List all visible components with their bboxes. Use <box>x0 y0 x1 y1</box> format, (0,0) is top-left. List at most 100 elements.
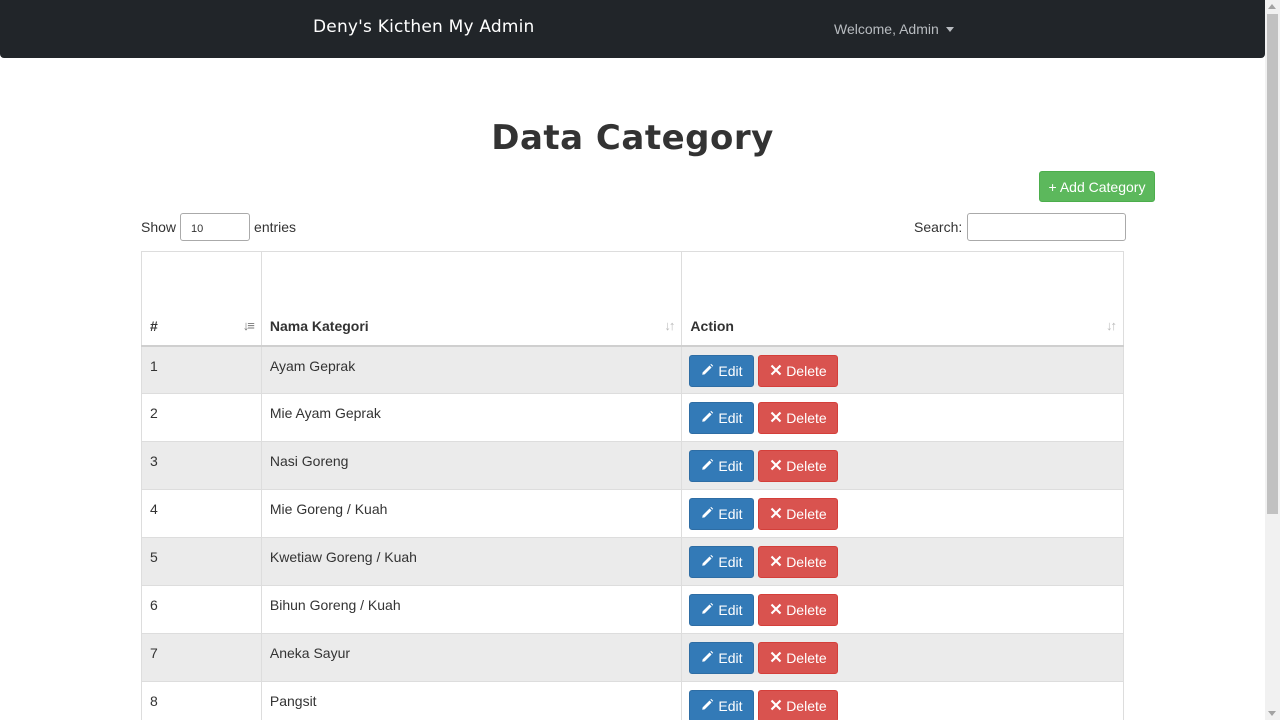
table-header-row: # ↓≡ Nama Kategori ↓↑ Action ↓↑ <box>141 251 1124 347</box>
category-name: Nasi Goreng <box>260 441 683 490</box>
delete-label: Delete <box>786 602 827 618</box>
times-icon <box>770 650 782 666</box>
category-name: Bihun Goreng / Kuah <box>260 585 683 634</box>
edit-button[interactable]: Edit <box>689 402 755 434</box>
table-row: 3 Nasi Goreng Edit Delete <box>141 441 1124 490</box>
row-actions: Edit Delete <box>681 441 1124 490</box>
delete-label: Delete <box>786 458 827 474</box>
row-actions: Edit Delete <box>681 585 1124 634</box>
row-actions: Edit Delete <box>681 681 1124 720</box>
edit-label: Edit <box>718 698 743 714</box>
delete-label: Delete <box>786 506 827 522</box>
search-input[interactable] <box>967 213 1127 241</box>
row-actions: Edit Delete <box>681 345 1124 394</box>
delete-button[interactable]: Delete <box>758 450 839 482</box>
pencil-icon <box>701 650 714 666</box>
edit-button[interactable]: Edit <box>689 450 755 482</box>
navbar: Deny's Kicthen My Admin Welcome, Admin <box>0 0 1265 58</box>
delete-label: Delete <box>786 410 827 426</box>
row-number: 7 <box>141 633 262 682</box>
pencil-icon <box>701 410 714 426</box>
scrollbar-thumb[interactable] <box>1267 14 1278 514</box>
times-icon <box>770 363 782 379</box>
edit-label: Edit <box>718 362 743 379</box>
edit-button[interactable]: Edit <box>689 498 755 530</box>
table-body: 1 Ayam Geprak Edit Delete 2 Mie Ayam Geprak Ed… <box>141 345 1124 720</box>
category-name: Mie Goreng / Kuah <box>260 489 683 538</box>
page-title: Data Category <box>491 118 774 158</box>
user-menu-dropdown[interactable]: Welcome, Admin <box>834 21 954 37</box>
delete-label: Delete <box>786 650 827 666</box>
times-icon <box>770 410 782 426</box>
times-icon <box>770 458 782 474</box>
search-control: Search: <box>914 213 1127 241</box>
entries-select[interactable]: 10 <box>180 213 251 241</box>
delete-button[interactable]: Delete <box>758 402 839 434</box>
delete-label: Delete <box>786 554 827 570</box>
pencil-icon <box>701 602 714 618</box>
row-actions: Edit Delete <box>681 537 1124 586</box>
delete-label: Delete <box>786 698 827 714</box>
row-actions: Edit Delete <box>681 489 1124 538</box>
edit-button[interactable]: Edit <box>689 642 755 674</box>
row-number: 4 <box>141 489 262 538</box>
row-number: 3 <box>141 441 262 490</box>
delete-button[interactable]: Delete <box>758 642 839 674</box>
edit-button[interactable]: Edit <box>689 546 755 578</box>
category-name: Ayam Geprak <box>260 345 683 394</box>
add-category-button[interactable]: + Add Category <box>1039 171 1155 202</box>
column-label: # <box>150 317 158 334</box>
row-actions: Edit Delete <box>681 633 1124 682</box>
show-label: Show <box>141 219 177 235</box>
row-number: 1 <box>141 345 262 394</box>
delete-button[interactable]: Delete <box>758 594 839 626</box>
category-name: Aneka Sayur <box>260 633 683 682</box>
row-actions: Edit Delete <box>681 393 1124 442</box>
user-menu-label: Welcome, Admin <box>834 21 939 37</box>
column-header-action[interactable]: Action ↓↑ <box>681 251 1124 347</box>
column-header-number[interactable]: # ↓≡ <box>141 251 262 347</box>
sort-numeric-asc-icon: ↓≡ <box>242 317 255 333</box>
delete-button[interactable]: Delete <box>758 498 839 530</box>
pencil-icon <box>701 698 714 714</box>
edit-button[interactable]: Edit <box>689 690 755 720</box>
row-number: 8 <box>141 681 262 720</box>
sort-icon: ↓↑ <box>664 317 675 333</box>
table-row: 2 Mie Ayam Geprak Edit Delete <box>141 393 1124 442</box>
edit-label: Edit <box>718 458 743 474</box>
edit-button[interactable]: Edit <box>689 594 755 626</box>
edit-label: Edit <box>718 506 743 522</box>
delete-button[interactable]: Delete <box>758 546 839 578</box>
navbar-brand[interactable]: Deny's Kicthen My Admin <box>313 17 535 37</box>
scroll-up-arrow-icon[interactable] <box>1268 4 1276 9</box>
times-icon <box>770 602 782 618</box>
page: Deny's Kicthen My Admin Welcome, Admin D… <box>0 0 1265 720</box>
table-row: 5 Kwetiaw Goreng / Kuah Edit Delete <box>141 537 1124 586</box>
row-number: 6 <box>141 585 262 634</box>
pencil-icon <box>701 458 714 474</box>
category-name: Pangsit <box>260 681 683 720</box>
category-table: # ↓≡ Nama Kategori ↓↑ Action ↓↑ 1 Ayam Ge… <box>141 251 1124 720</box>
table-row: 7 Aneka Sayur Edit Delete <box>141 633 1124 682</box>
row-number: 2 <box>141 393 262 442</box>
edit-label: Edit <box>718 650 743 666</box>
delete-label: Delete <box>786 362 827 379</box>
edit-label: Edit <box>718 410 743 426</box>
scroll-down-arrow-icon[interactable] <box>1268 711 1276 716</box>
caret-down-icon <box>945 26 954 32</box>
times-icon <box>770 698 782 714</box>
column-label: Action <box>690 317 734 334</box>
edit-button[interactable]: Edit <box>689 354 755 387</box>
edit-label: Edit <box>718 602 743 618</box>
edit-label: Edit <box>718 554 743 570</box>
search-label: Search: <box>914 219 963 235</box>
delete-button[interactable]: Delete <box>758 690 839 720</box>
table-row: 1 Ayam Geprak Edit Delete <box>141 345 1124 394</box>
delete-button[interactable]: Delete <box>758 354 839 387</box>
table-row: 6 Bihun Goreng / Kuah Edit Delete <box>141 585 1124 634</box>
vertical-scrollbar[interactable] <box>1265 0 1280 720</box>
category-name: Kwetiaw Goreng / Kuah <box>260 537 683 586</box>
times-icon <box>770 554 782 570</box>
table-row: 8 Pangsit Edit Delete <box>141 681 1124 720</box>
column-header-name[interactable]: Nama Kategori ↓↑ <box>260 251 683 347</box>
